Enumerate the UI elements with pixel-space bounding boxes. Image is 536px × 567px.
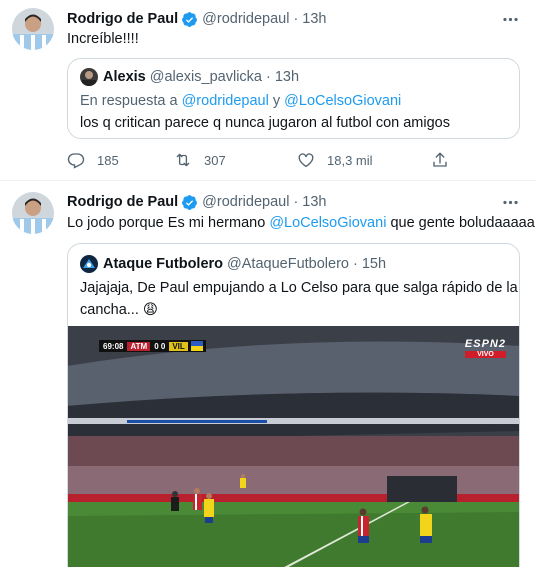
more-options-icon[interactable] bbox=[500, 9, 520, 29]
timestamp[interactable]: 13h bbox=[302, 194, 326, 210]
ukraine-flag-icon bbox=[190, 341, 203, 351]
verified-badge-icon bbox=[181, 11, 198, 28]
video-player[interactable]: 69:08 ATM 0 0 VIL ESPN2 VIVO bbox=[68, 326, 519, 567]
tweet-header: Rodrigo de Paul @rodridepaul · 13h bbox=[67, 9, 327, 29]
reply-mention[interactable]: @rodridepaul bbox=[182, 93, 269, 109]
reply-count: 185 bbox=[97, 152, 119, 168]
separator-dot: · bbox=[293, 11, 299, 27]
reply-prefix: En respuesta a bbox=[80, 93, 182, 109]
retweet-button[interactable]: 307 bbox=[174, 149, 226, 171]
reply-mention[interactable]: @LoCelsoGiovani bbox=[284, 93, 401, 109]
like-button[interactable]: 18,3 mil bbox=[297, 149, 373, 171]
verified-badge-icon bbox=[181, 194, 198, 211]
author-name[interactable]: Rodrigo de Paul bbox=[67, 11, 178, 27]
more-options-icon[interactable] bbox=[500, 192, 520, 212]
separator-dot: · bbox=[293, 194, 299, 210]
tweet-text: Lo jodo porque Es mi hermano @LoCelsoGio… bbox=[67, 214, 536, 231]
tweet-header: Rodrigo de Paul @rodridepaul · 13h bbox=[67, 192, 327, 212]
tweet[interactable]: Rodrigo de Paul @rodridepaul · 13h Lo jo… bbox=[0, 180, 536, 567]
tweet-text-after: que gente boludaaaaa 🤦‍♂️ bbox=[390, 215, 536, 231]
quote-header: Alexis @alexis_pavlicka · 13h bbox=[80, 67, 299, 87]
quote-author-name: Ataque Futbolero bbox=[103, 256, 224, 272]
quote-author-name: Alexis bbox=[103, 69, 146, 85]
author-handle[interactable]: @rodridepaul bbox=[202, 11, 289, 27]
score: 0 0 bbox=[154, 341, 166, 351]
author-handle[interactable]: @rodridepaul bbox=[202, 194, 289, 210]
quote-separator-dot: · bbox=[265, 69, 271, 85]
quoted-tweet[interactable]: Alexis @alexis_pavlicka · 13h En respues… bbox=[67, 58, 520, 139]
network-logo: ESPN2 VIVO bbox=[464, 338, 506, 358]
quote-separator-dot: · bbox=[352, 256, 358, 272]
quote-text: los q critican parece q nunca jugaron al… bbox=[80, 115, 450, 131]
quote-timestamp: 15h bbox=[361, 256, 387, 272]
like-count: 18,3 mil bbox=[327, 152, 373, 168]
retweet-icon bbox=[176, 153, 190, 167]
share-icon bbox=[433, 152, 447, 167]
reply-and: y bbox=[268, 93, 285, 109]
avatar[interactable] bbox=[12, 192, 54, 234]
author-name[interactable]: Rodrigo de Paul bbox=[67, 194, 178, 210]
reply-button[interactable]: 185 bbox=[67, 149, 119, 171]
timestamp[interactable]: 13h bbox=[302, 11, 326, 27]
quote-author-handle: @AtaqueFutbolero bbox=[227, 256, 349, 272]
home-team: ATM bbox=[127, 341, 151, 351]
quote-author-handle: @alexis_pavlicka bbox=[149, 69, 262, 85]
tweet[interactable]: Rodrigo de Paul @rodridepaul · 13h Incre… bbox=[0, 0, 536, 180]
quote-header: Ataque Futbolero @AtaqueFutbolero · 15h bbox=[80, 254, 386, 274]
heart-icon bbox=[298, 153, 314, 168]
quote-text-line2: cancha... 😩 bbox=[80, 302, 158, 318]
tweet-actions: 185 307 18,3 mil bbox=[67, 149, 457, 171]
scoreboard: 69:08 ATM 0 0 VIL bbox=[99, 340, 206, 352]
away-team: VIL bbox=[169, 341, 188, 351]
retweet-count: 307 bbox=[204, 152, 226, 168]
reply-icon bbox=[67, 153, 85, 169]
quote-text-line1: Jajajaja, De Paul empujando a Lo Celso p… bbox=[80, 280, 518, 296]
live-badge: VIVO bbox=[464, 351, 506, 358]
mention-link[interactable]: @LoCelsoGiovani bbox=[269, 215, 386, 231]
tweet-text-before: Lo jodo porque Es mi hermano bbox=[67, 215, 270, 231]
network-name: ESPN2 bbox=[464, 338, 506, 350]
match-clock: 69:08 bbox=[103, 341, 124, 351]
video-frame bbox=[68, 326, 519, 567]
reply-context: En respuesta a @rodridepaul y @LoCelsoGi… bbox=[80, 91, 401, 111]
tweet-text: Increíble!!!! bbox=[67, 31, 139, 47]
quoted-tweet[interactable]: Ataque Futbolero @AtaqueFutbolero · 15h … bbox=[67, 243, 520, 567]
quote-timestamp: 13h bbox=[274, 69, 300, 85]
quote-avatar bbox=[80, 68, 98, 86]
share-button[interactable] bbox=[431, 149, 461, 171]
avatar[interactable] bbox=[12, 8, 54, 50]
quote-avatar bbox=[80, 255, 98, 273]
